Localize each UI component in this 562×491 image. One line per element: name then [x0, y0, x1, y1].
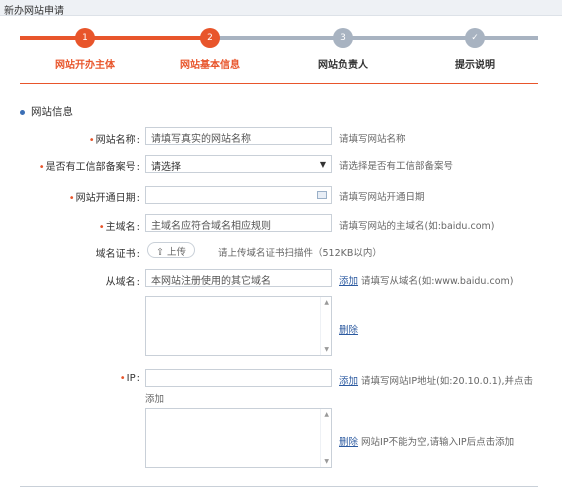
open-date-label: •网站开通日期: — [68, 193, 140, 204]
site-name-hint: 请填写网站名称 — [339, 134, 406, 145]
ip-hint: 请填写网站IP地址(如:20.10.0.1),并点击 — [361, 376, 534, 387]
scroll-down-icon[interactable]: ▼ — [324, 458, 329, 465]
form-bottom-divider — [20, 486, 538, 487]
ip-delete-link[interactable]: 删除 — [339, 437, 358, 448]
main-domain-label: •主域名: — [98, 222, 140, 233]
ip-list[interactable]: ▲ ▼ — [145, 408, 332, 468]
step-1-circle: 1 — [75, 28, 95, 48]
main-domain-hint: 请填写网站的主域名(如:baidu.com) — [339, 221, 495, 232]
ip-delete-hint: 网站IP不能为空,请输入IP后点击添加 — [361, 437, 515, 448]
domain-cert-label: 域名证书: — [95, 249, 140, 260]
site-name-input[interactable]: 请填写真实的网站名称 — [145, 127, 332, 145]
scroll-up-icon[interactable]: ▲ — [324, 299, 329, 306]
open-date-input[interactable] — [145, 186, 332, 204]
scroll-down-icon[interactable]: ▼ — [324, 346, 329, 353]
step-3-circle: 3 — [333, 28, 353, 48]
ip-label: •IP: — [119, 373, 140, 384]
upload-button[interactable]: ⇪ 上传 — [147, 242, 195, 258]
site-name-label: •网站名称: — [88, 135, 140, 146]
sub-domain-input[interactable]: 本网站注册使用的其它域名 — [145, 269, 332, 287]
step-2-circle: 2 — [200, 28, 220, 48]
icp-label: •是否有工信部备案号: — [38, 162, 140, 173]
upload-icon: ⇪ — [156, 247, 167, 258]
open-date-hint: 请填写网站开通日期 — [339, 192, 425, 203]
calendar-icon[interactable] — [317, 191, 327, 199]
ip-hint-continued: 添加 — [145, 394, 165, 405]
main-domain-input[interactable]: 主域名应符合域名相应规则 — [145, 214, 332, 232]
domain-cert-hint: 请上传域名证书扫描件（512KB以内） — [218, 248, 382, 259]
sub-domain-list[interactable]: ▲ ▼ — [145, 296, 332, 356]
ip-input[interactable] — [145, 369, 332, 387]
page-header: 新办网站申请 — [0, 0, 562, 17]
steps-divider — [20, 83, 538, 84]
sub-domain-add-link[interactable]: 添加 — [339, 276, 358, 287]
page-title: 新办网站申请 — [4, 6, 64, 17]
step-1-label: 网站开办主体 — [55, 60, 115, 71]
sub-domain-delete-link[interactable]: 删除 — [339, 325, 358, 336]
step-2-label: 网站基本信息 — [180, 60, 240, 71]
progress-line-todo — [210, 36, 538, 40]
step-4-check-icon: ✓ — [465, 28, 485, 48]
icp-hint: 请选择是否有工信部备案号 — [339, 161, 454, 172]
step-4-label: 提示说明 — [455, 60, 495, 71]
sub-domain-add-row: 添加 请填写从域名(如:www.baidu.com) — [339, 273, 513, 287]
section-title: 网站信息 — [20, 104, 73, 119]
ip-add-row: 添加 请填写网站IP地址(如:20.10.0.1),并点击 — [339, 373, 533, 387]
dropdown-arrow-icon: ▼ — [319, 160, 326, 169]
ip-delete-row: 删除 网站IP不能为空,请输入IP后点击添加 — [339, 434, 514, 448]
step-progress: 1 2 3 ✓ 网站开办主体 网站基本信息 网站负责人 提示说明 — [0, 24, 562, 72]
sub-domain-delete-row: 删除 — [339, 322, 358, 336]
bullet-icon — [20, 109, 25, 115]
step-3-label: 网站负责人 — [318, 60, 368, 71]
ip-add-link[interactable]: 添加 — [339, 376, 358, 387]
sub-domain-hint: 请填写从域名(如:www.baidu.com) — [361, 276, 514, 287]
scroll-up-icon[interactable]: ▲ — [324, 411, 329, 418]
icp-select[interactable]: 请选择 ▼ — [145, 155, 332, 173]
progress-line-done — [20, 36, 210, 40]
sub-domain-label: 从域名: — [105, 277, 140, 288]
